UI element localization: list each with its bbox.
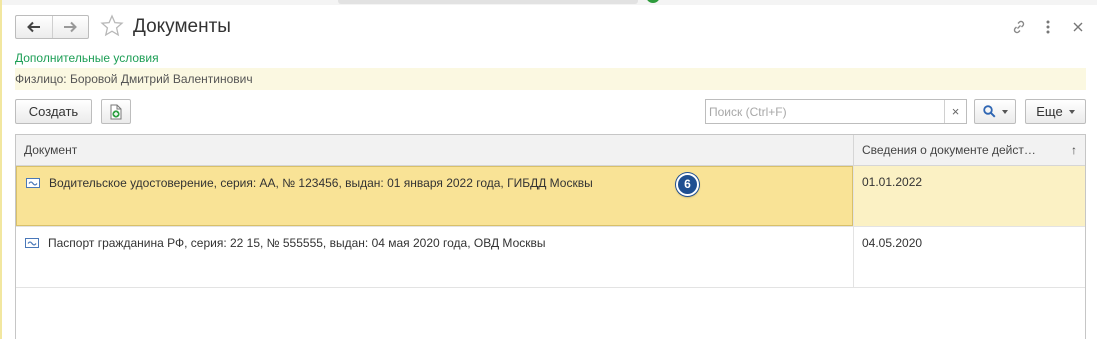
- column-header-document[interactable]: Документ: [16, 135, 853, 165]
- search-clear-button[interactable]: ×: [944, 100, 966, 123]
- chevron-down-icon: [1001, 109, 1008, 114]
- create-button[interactable]: Создать: [15, 99, 92, 124]
- search-input[interactable]: [706, 100, 944, 123]
- more-actions-button[interactable]: [1037, 16, 1059, 38]
- sort-ascending-icon: ↑: [1071, 143, 1077, 157]
- back-button[interactable]: [16, 16, 52, 38]
- search-options-button[interactable]: [974, 99, 1016, 124]
- arrow-right-icon: [64, 21, 78, 33]
- add-document-icon: [110, 104, 122, 119]
- additional-conditions-link[interactable]: Дополнительные условия: [15, 50, 159, 66]
- page-title: Документы: [133, 16, 231, 37]
- forward-button[interactable]: [51, 16, 89, 38]
- more-vertical-icon: [1046, 20, 1050, 34]
- person-label: Физлицо: Боровой Дмитрий Валентинович: [15, 72, 253, 86]
- window-left-edge: [0, 0, 2, 339]
- column-header-validity[interactable]: Сведения о документе дейст… ↑: [853, 135, 1085, 165]
- close-button[interactable]: [1067, 16, 1089, 38]
- add-document-button[interactable]: [101, 99, 131, 124]
- favorite-button[interactable]: [100, 14, 124, 41]
- star-icon: [100, 14, 124, 37]
- more-menu-button[interactable]: Еще: [1025, 99, 1086, 124]
- search-icon: [982, 105, 996, 118]
- navigation-buttons: [15, 15, 89, 39]
- table-header: Документ Сведения о документе дейст… ↑: [16, 135, 1085, 166]
- more-menu-label: Еще: [1036, 104, 1063, 119]
- document-cell[interactable]: Паспорт гражданина РФ, серия: 22 15, № 5…: [16, 227, 853, 287]
- document-title: Паспорт гражданина РФ, серия: 22 15, № 5…: [48, 236, 546, 250]
- table-row[interactable]: Водительское удостоверение, серия: АА, №…: [16, 166, 1085, 227]
- close-icon: [1073, 22, 1083, 32]
- document-title: Водительское удостоверение, серия: АА, №…: [49, 176, 593, 190]
- document-icon: [25, 238, 39, 248]
- documents-table: Документ Сведения о документе дейст… ↑ В…: [15, 134, 1086, 339]
- date-cell[interactable]: 01.01.2022: [853, 166, 1085, 226]
- column-header-validity-label: Сведения о документе дейст…: [862, 143, 1036, 157]
- chevron-down-icon: [1068, 109, 1075, 114]
- date-cell[interactable]: 04.05.2020: [853, 227, 1085, 287]
- top-tab: [338, 0, 638, 4]
- person-info-bar: Физлицо: Боровой Дмитрий Валентинович: [15, 68, 1086, 90]
- document-cell[interactable]: Водительское удостоверение, серия: АА, №…: [16, 166, 853, 226]
- link-button[interactable]: [1008, 16, 1030, 38]
- table-row[interactable]: Паспорт гражданина РФ, серия: 22 15, № 5…: [16, 227, 1085, 288]
- annotation-badge: 6: [676, 173, 699, 196]
- arrow-left-icon: [26, 21, 40, 33]
- top-tab-strip: [0, 0, 1097, 5]
- link-icon: [1013, 20, 1025, 34]
- search-box: ×: [705, 99, 967, 124]
- document-icon: [26, 178, 40, 188]
- status-dot: [646, 0, 660, 3]
